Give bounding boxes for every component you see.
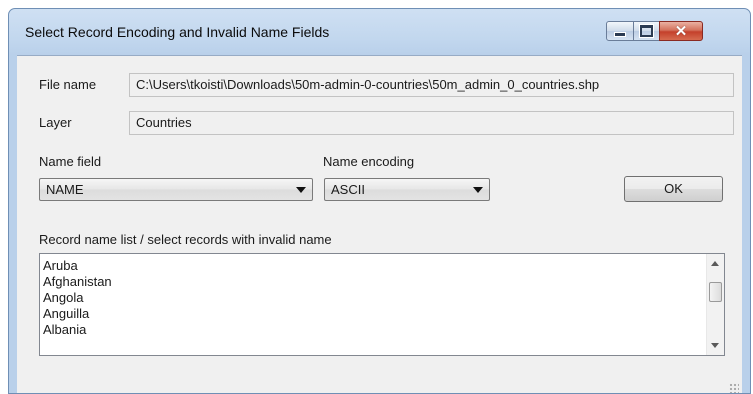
record-list-label: Record name list / select records with i… xyxy=(39,232,332,247)
scroll-down-icon[interactable] xyxy=(711,343,719,348)
name-field-select[interactable]: NAME xyxy=(39,178,313,201)
file-name-field[interactable]: C:\Users\tkoisti\Downloads\50m-admin-0-c… xyxy=(129,73,734,97)
record-name-list[interactable]: Aruba Afghanistan Angola Anguilla Albani… xyxy=(39,253,725,356)
title-bar[interactable]: Select Record Encoding and Invalid Name … xyxy=(9,9,750,55)
name-field-label: Name field xyxy=(39,154,102,169)
file-name-label: File name xyxy=(39,77,97,92)
dialog-title: Select Record Encoding and Invalid Name … xyxy=(25,24,330,40)
name-encoding-value: ASCII xyxy=(331,182,365,197)
record-items: Aruba Afghanistan Angola Anguilla Albani… xyxy=(40,254,724,338)
vertical-scrollbar[interactable] xyxy=(706,254,724,355)
list-item[interactable]: Afghanistan xyxy=(40,274,724,290)
list-item[interactable]: Albania xyxy=(40,322,724,338)
list-item[interactable]: Aruba xyxy=(40,258,724,274)
layer-field[interactable]: Countries xyxy=(129,111,734,135)
close-button[interactable]: ✕ xyxy=(659,21,703,41)
scroll-up-icon[interactable] xyxy=(711,261,719,266)
name-encoding-select[interactable]: ASCII xyxy=(324,178,490,201)
dialog-body: File name C:\Users\tkoisti\Downloads\50m… xyxy=(17,55,742,393)
minimize-icon xyxy=(614,31,626,37)
chevron-down-icon xyxy=(473,187,483,193)
list-item[interactable]: Anguilla xyxy=(40,306,724,322)
dialog-window: Select Record Encoding and Invalid Name … xyxy=(8,8,751,394)
scroll-thumb[interactable] xyxy=(709,282,722,302)
resize-grip-icon[interactable] xyxy=(729,383,739,393)
list-item[interactable]: Angola xyxy=(40,290,724,306)
maximize-icon xyxy=(640,25,653,37)
maximize-button[interactable] xyxy=(633,21,660,41)
close-icon: ✕ xyxy=(674,22,688,40)
minimize-button[interactable] xyxy=(606,21,634,41)
name-field-value: NAME xyxy=(46,182,84,197)
chevron-down-icon xyxy=(296,187,306,193)
name-encoding-label: Name encoding xyxy=(323,154,415,169)
ok-button[interactable]: OK xyxy=(624,176,723,202)
layer-label: Layer xyxy=(39,115,72,130)
